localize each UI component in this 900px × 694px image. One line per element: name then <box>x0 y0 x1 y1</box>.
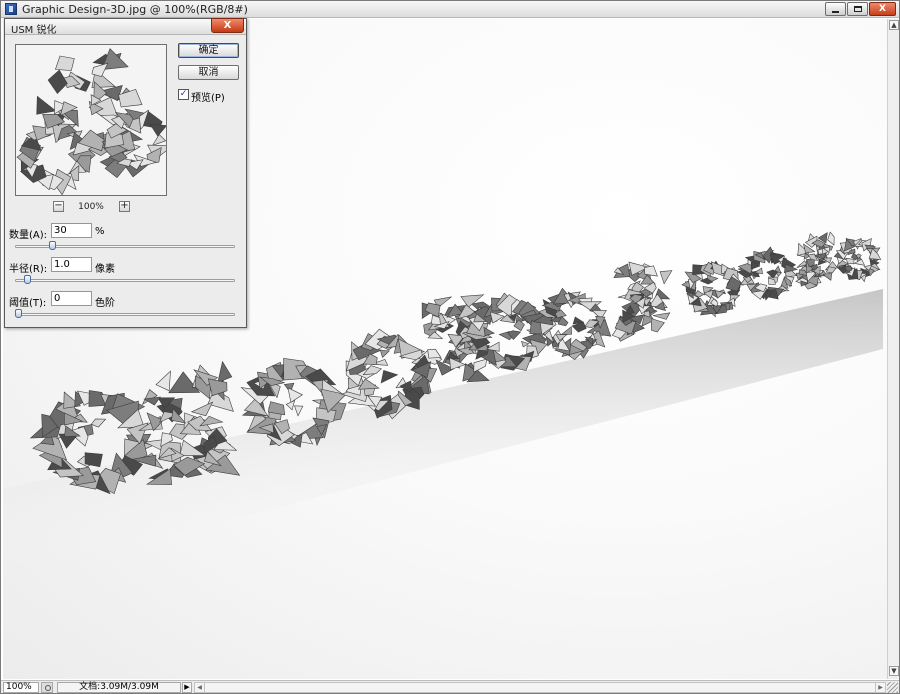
ok-button[interactable]: 确定 <box>178 43 239 58</box>
radius-slider-thumb[interactable] <box>23 275 31 284</box>
letter-shard <box>287 387 304 403</box>
letter-shard <box>650 318 665 333</box>
preview-checkbox-label: 预览(P) <box>191 93 225 104</box>
letter-shard <box>118 89 143 108</box>
letter-shard <box>190 401 214 417</box>
letter-shard <box>149 123 166 137</box>
usm-sharpen-dialog: USM 锐化 X − 100% + 确定 取消 ✓ 预览(P) 数量(A): 3… <box>4 18 247 328</box>
letter-shard <box>554 309 567 319</box>
amount-unit: % <box>95 226 105 237</box>
threshold-slider-track[interactable] <box>15 313 235 316</box>
amount-input[interactable]: 30 <box>51 223 92 238</box>
letter-shard <box>36 95 57 115</box>
amount-slider-thumb[interactable] <box>49 241 57 250</box>
status-menu-icon[interactable] <box>41 682 53 693</box>
scroll-down-icon[interactable]: ▼ <box>889 666 899 676</box>
zoom-level-field[interactable]: 100% <box>3 682 39 693</box>
photoshop-doc-icon <box>5 3 17 15</box>
horizontal-scrollbar[interactable]: ◀ ▶ <box>194 682 886 693</box>
letter-shard <box>827 231 835 246</box>
letter-shard <box>659 270 673 285</box>
preview-checkbox[interactable]: ✓ <box>178 89 189 100</box>
dialog-title: USM 锐化 <box>11 25 57 36</box>
letter-shard <box>380 370 399 384</box>
letter-shard <box>473 358 488 373</box>
letter-shard <box>652 312 671 320</box>
amount-label: 数量(A): <box>9 230 48 241</box>
letter-shard <box>47 69 68 94</box>
cancel-button[interactable]: 取消 <box>178 65 239 80</box>
letter-shard <box>54 55 75 71</box>
zoom-in-button[interactable]: + <box>119 201 130 212</box>
letter-shard <box>151 134 166 146</box>
letter-shard <box>90 418 107 428</box>
scroll-left-icon[interactable]: ◀ <box>195 683 205 692</box>
preview-zoom-level: 100% <box>78 202 104 212</box>
preview-image <box>16 48 166 195</box>
maximize-icon <box>853 6 862 12</box>
letter-shard <box>845 257 855 265</box>
radius-unit: 像素 <box>95 264 115 275</box>
minimize-icon <box>832 11 839 13</box>
radius-input[interactable]: 1.0 <box>51 257 92 272</box>
letter-shard <box>217 360 233 383</box>
letter-shard <box>84 452 103 468</box>
maximize-button[interactable] <box>847 2 868 16</box>
document-size-info: 文档:3.09M/3.09M <box>57 682 181 693</box>
letter-shard <box>753 267 763 275</box>
threshold-input[interactable]: 0 <box>51 291 92 306</box>
letter-shard <box>207 378 228 397</box>
letter-shard <box>91 62 109 77</box>
resize-grip-icon[interactable] <box>887 682 898 693</box>
threshold-slider-thumb[interactable] <box>15 309 22 318</box>
letter-shard <box>427 348 442 359</box>
preview-pane[interactable] <box>15 44 167 196</box>
letter-shard <box>644 265 658 277</box>
radius-slider-track[interactable] <box>15 279 235 282</box>
letter-shard <box>379 349 390 359</box>
letter-shard <box>483 326 495 337</box>
info-menu-arrow-icon[interactable]: ▶ <box>182 682 192 693</box>
letter-shard <box>285 399 296 411</box>
dialog-title-bar[interactable]: USM 锐化 X <box>5 18 246 36</box>
amount-slider-track[interactable] <box>15 245 235 248</box>
letter-shard <box>146 468 173 485</box>
letter-shard <box>513 319 525 332</box>
window-close-button[interactable]: X <box>869 2 896 16</box>
vertical-scrollbar[interactable]: ▲ ▼ <box>887 19 899 679</box>
scroll-up-icon[interactable]: ▲ <box>889 20 899 30</box>
radius-label: 半径(R): <box>9 264 48 275</box>
letter-shard <box>560 326 572 336</box>
letter-shard <box>750 261 759 270</box>
letter-shard <box>294 405 304 417</box>
title-bar[interactable]: Graphic Design-3D.jpg @ 100%(RGB/8#) X <box>1 1 899 18</box>
zoom-out-button[interactable]: − <box>53 201 64 212</box>
status-bar: 100% 文档:3.09M/3.09M ▶ ◀ ▶ <box>1 680 899 693</box>
letter-shard <box>853 258 866 266</box>
letter-shard <box>155 370 171 392</box>
dialog-close-button[interactable]: X <box>211 18 244 33</box>
threshold-unit: 色阶 <box>95 298 115 309</box>
scroll-right-icon[interactable]: ▶ <box>875 683 885 692</box>
threshold-label: 阈值(T): <box>9 298 47 309</box>
minimize-button[interactable] <box>825 2 846 16</box>
window-title: Graphic Design-3D.jpg @ 100%(RGB/8#) <box>22 3 248 16</box>
